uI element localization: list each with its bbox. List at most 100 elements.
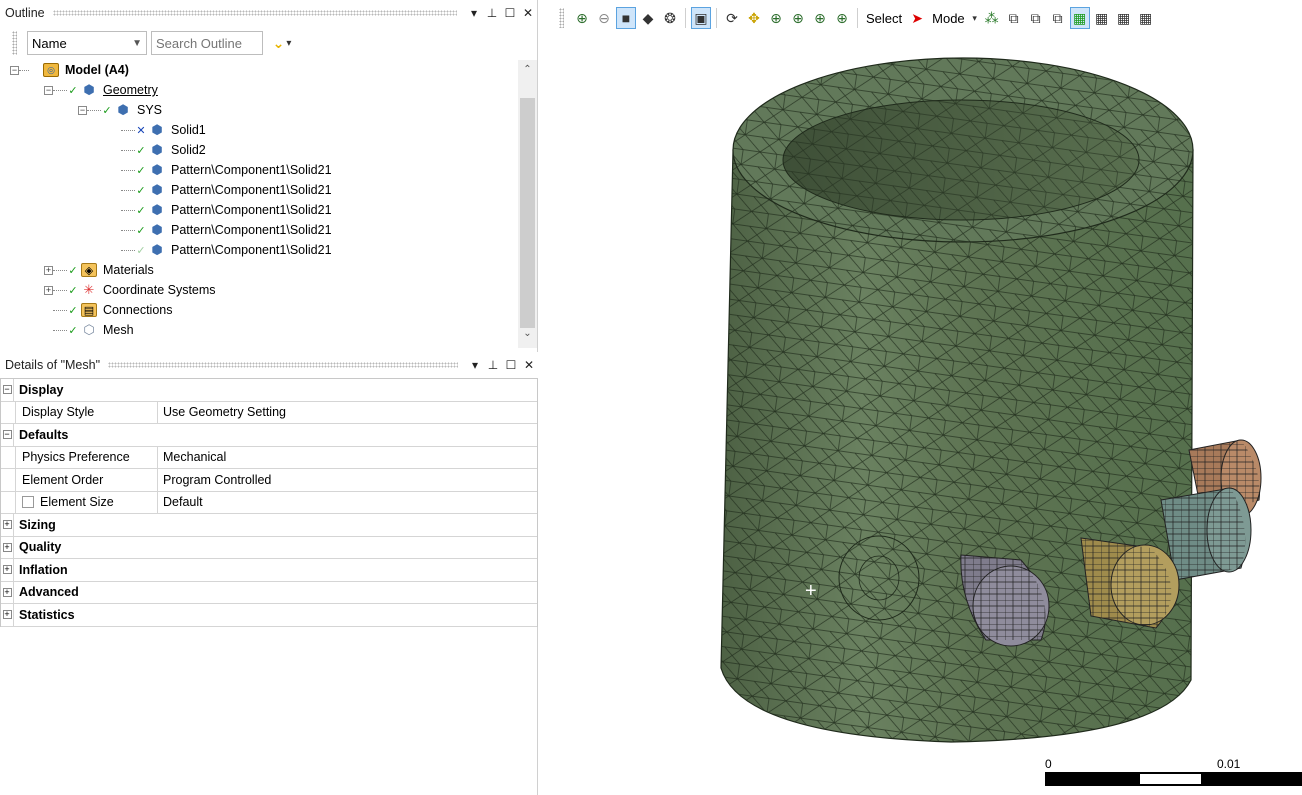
select-button[interactable]: Select [863,11,905,26]
tree-item[interactable]: ✕ ⬢ Solid1 [112,120,208,140]
collapse-icon[interactable]: − [44,85,53,95]
collapse-icon[interactable]: − [2,430,12,440]
property-value[interactable]: Program Controlled [158,469,537,491]
property-name: Display Style [22,405,95,420]
tree-item[interactable]: ✓ ⬢ Pattern\Component1\Solid21 [112,240,334,260]
cylinder-top-rim[interactable] [732,57,1194,243]
expand-icon[interactable]: + [44,285,53,295]
mode-dropdown-icon[interactable]: ▾ [970,7,980,29]
show-mesh-icon[interactable]: ❂ [660,7,680,29]
tree-item-label: Pattern\Component1\Solid21 [171,203,332,217]
details-group-row[interactable]: + Sizing [1,514,537,537]
details-close-icon[interactable]: ✕ [520,358,538,372]
expand-icon[interactable]: + [44,265,53,275]
outline-maximize-icon[interactable]: ☐ [501,6,519,20]
details-maximize-icon[interactable]: ☐ [502,358,520,372]
expand-filter-icon[interactable]: ⌄ ▾ [267,31,297,55]
tree-item[interactable]: + ✓ ✳ Coordinate Systems [44,280,218,300]
tree-item[interactable]: − ✓ ⬢ Geometry [44,80,160,100]
collapse-icon[interactable]: − [78,105,87,115]
details-dropdown-icon[interactable]: ▾ [466,358,484,372]
tree-item[interactable]: ✓ ⬢ Pattern\Component1\Solid21 [112,160,334,180]
status-ok-icon: ✓ [102,104,112,117]
graphics-toolbar-grip[interactable] [559,8,564,28]
details-property-row[interactable]: Element Size Default [1,491,537,514]
details-drag-grip[interactable] [108,362,458,368]
pin-gold[interactable] [1080,537,1180,629]
scale-segment-white [1138,772,1203,786]
tree-item[interactable]: ✓ ⬢ Solid2 [112,140,208,160]
tree-item-label: Mesh [103,323,134,337]
tree-item[interactable]: ✓ ⬢ Pattern\Component1\Solid21 [112,220,334,240]
details-group-label: Quality [19,540,62,555]
details-property-row[interactable]: Physics Preference Mechanical [1,446,537,469]
rotate-icon[interactable]: ⟳ [722,7,742,29]
details-group-row[interactable]: + Advanced [1,581,537,604]
details-group-row[interactable]: − Defaults [1,424,537,447]
expand-icon[interactable]: + [2,587,12,597]
tree-item[interactable]: − ◎ Model (A4) [10,60,131,80]
parameter-checkbox[interactable] [22,496,34,509]
graphics-viewport[interactable]: ⊕ ⊖ ■ ◆ ❂ ▣ ⟳ ✥ ⊕ ⊕ ⊕ ⊕ Select ➤ Mode ▾ … [541,0,1302,795]
details-group-row[interactable]: + Quality [1,536,537,559]
details-group-row[interactable]: + Inflation [1,559,537,582]
tree-item[interactable]: ✓ ⬢ Pattern\Component1\Solid21 [112,180,334,200]
tree-item[interactable]: + ✓ ◈ Materials [44,260,156,280]
status-ok-icon: ✓ [136,164,146,177]
details-group-row[interactable]: − Display [1,379,537,402]
expand-icon[interactable]: + [2,520,12,530]
tree-item[interactable]: ✓ ▤ Connections [44,300,175,320]
select-edge-icon[interactable]: ⧉ [1004,7,1024,29]
collapse-icon[interactable]: − [10,65,19,75]
model-view[interactable] [541,0,1302,795]
details-property-row[interactable]: Display Style Use Geometry Setting [1,401,537,424]
property-value[interactable]: Default [158,492,537,514]
outline-drag-grip[interactable] [52,10,457,16]
select-cursor-icon[interactable]: ➤ [907,7,927,29]
extend-adjacent-icon[interactable]: ▦ [1114,7,1134,29]
select-body-icon[interactable]: ⧉ [1048,7,1068,29]
outline-dropdown-icon[interactable]: ▾ [465,6,483,20]
tree-item[interactable]: ✓ ⬡ Mesh [44,320,136,340]
outline-scrollbar[interactable]: ⌃ ⌄ [518,60,537,348]
toolbar-grip[interactable] [12,31,17,55]
zoom-out-icon[interactable]: ⊖ [594,7,614,29]
mode-button[interactable]: Mode [929,11,968,26]
scroll-up-icon[interactable]: ⌃ [518,64,537,75]
outline-close-icon[interactable]: ✕ [519,6,537,20]
geometry-icon: ⬢ [83,82,95,97]
collapse-icon[interactable]: − [2,385,12,395]
tree-item-label: Coordinate Systems [103,283,216,297]
selection-box-icon[interactable]: ▣ [691,7,711,29]
tree-item[interactable]: − ✓ ⬢ SYS [78,100,164,120]
shaded-view-icon[interactable]: ■ [616,7,636,29]
property-value[interactable]: Mechanical [158,447,537,469]
details-pin-icon[interactable]: ⊥ [484,358,502,372]
zoom-fit-icon[interactable]: ⊕ [810,7,830,29]
zoom-region-icon[interactable]: ⊕ [766,7,786,29]
zoom-in-icon[interactable]: ⊕ [572,7,592,29]
tree-item[interactable]: ✓ ⬢ Pattern\Component1\Solid21 [112,200,334,220]
outline-filter-select[interactable]: Name ▼ [27,31,147,55]
extend-select-icon[interactable]: ▦ [1092,7,1112,29]
magnifier-icon[interactable]: ⊕ [832,7,852,29]
scrollbar-thumb[interactable] [520,98,535,328]
wireframe-view-icon[interactable]: ◆ [638,7,658,29]
details-group-row[interactable]: + Statistics [1,604,537,627]
status-suppressed-icon: ✕ [136,124,146,137]
select-element-icon[interactable]: ▦ [1069,7,1090,29]
zoom-box-icon[interactable]: ⊕ [788,7,808,29]
left-panel: Outline ▾ ⊥ ☐ ✕ Name ▼ ⌄▾ −◎Model (A4)−✓… [0,0,538,795]
outline-pin-icon[interactable]: ⊥ [483,6,501,20]
extend-limits-icon[interactable]: ▦ [1136,7,1156,29]
select-face-icon[interactable]: ⧉ [1026,7,1046,29]
details-property-row[interactable]: Element Order Program Controlled [1,469,537,492]
scroll-down-icon[interactable]: ⌄ [518,328,537,339]
property-value[interactable]: Use Geometry Setting [158,402,537,424]
expand-icon[interactable]: + [2,565,12,575]
pan-icon[interactable]: ✥ [744,7,764,29]
select-vertex-icon[interactable]: ⁂ [982,7,1002,29]
search-outline-input[interactable] [151,31,263,55]
expand-icon[interactable]: + [2,542,12,552]
expand-icon[interactable]: + [2,610,12,620]
